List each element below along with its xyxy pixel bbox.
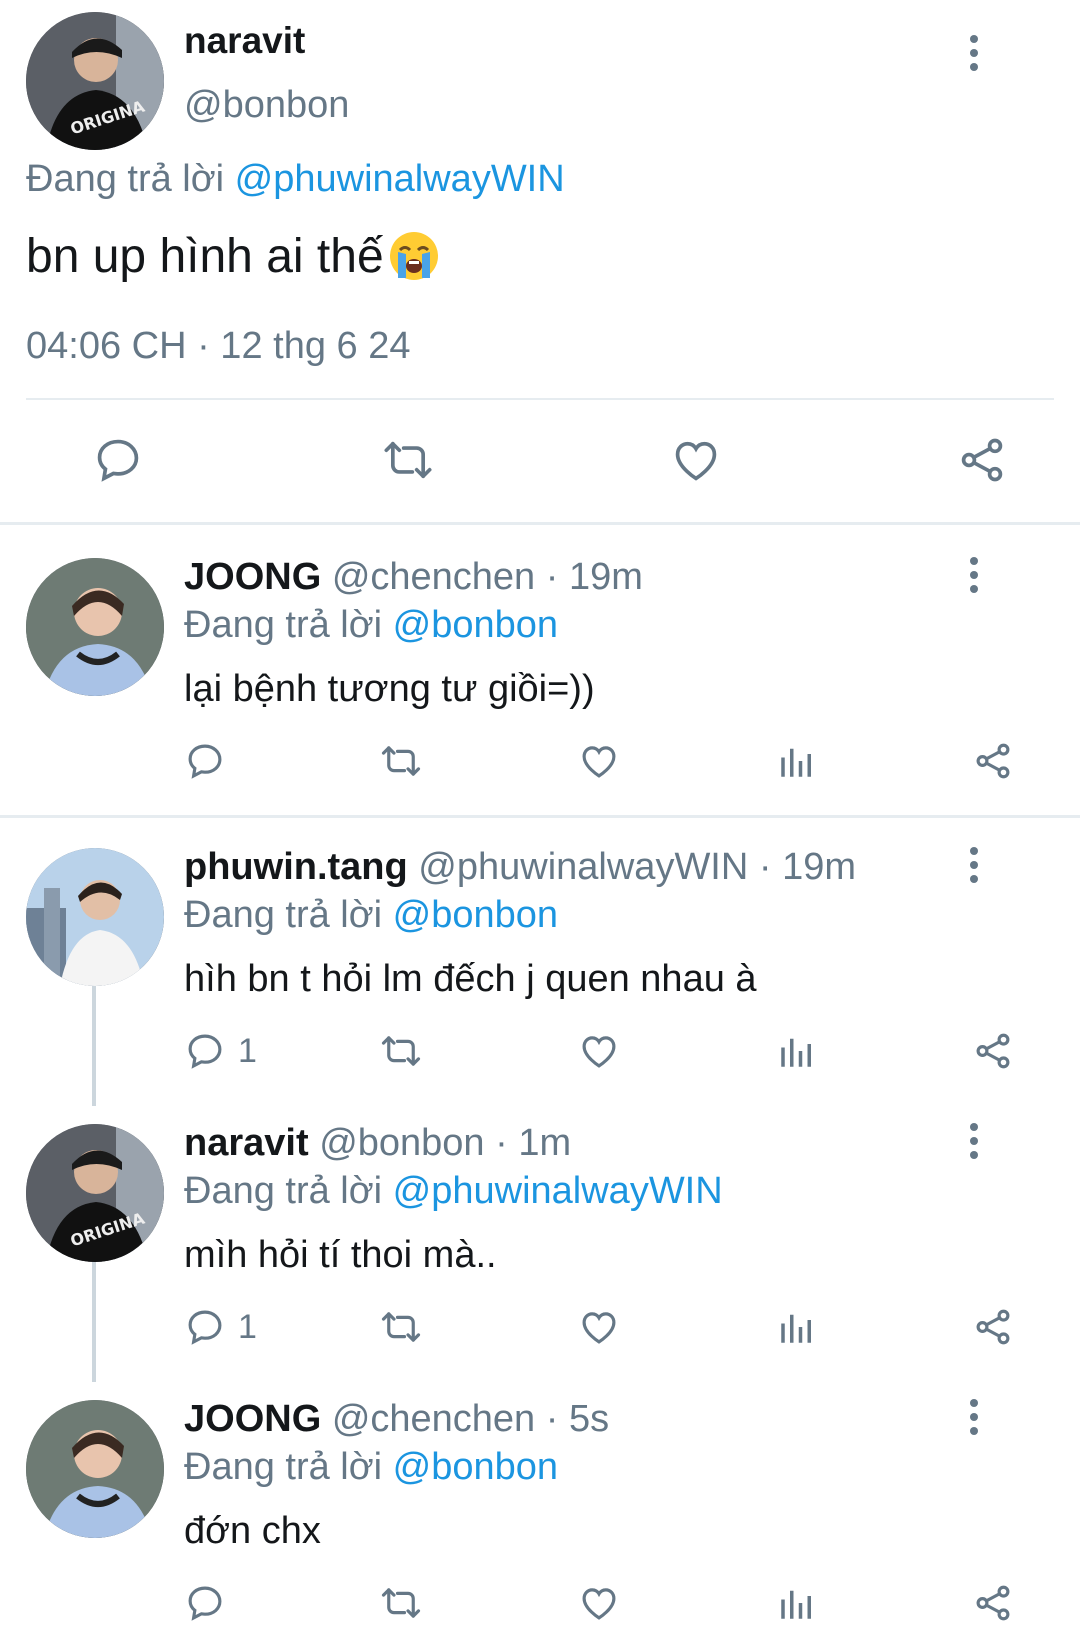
retweet-icon[interactable] [380,1578,422,1628]
retweet-icon[interactable] [380,1026,422,1076]
share-icon[interactable] [972,1302,1014,1352]
reply-actions: 1 [0,1026,1080,1082]
loudly-crying-face-icon [386,228,442,284]
reply-text: hìh bn t hỏi lm đếch j quen nhau à [184,958,757,1000]
replying-to: Đang trả lời @bonbon [184,1446,558,1489]
analytics-icon[interactable] [776,1578,818,1628]
share-icon[interactable] [972,1026,1014,1076]
reply-actions: 1 [0,1302,1080,1358]
author-handle[interactable]: @chenchen · 19m [332,556,643,598]
share-icon[interactable] [972,1578,1014,1628]
replying-to: Đang trả lời @phuwinalwayWIN [184,1170,723,1213]
replying-to: Đang trả lời @phuwinalwayWIN [26,158,565,201]
more-options-icon[interactable] [954,28,994,78]
reply-icon[interactable] [88,430,148,490]
author-name[interactable]: naravit [184,20,305,62]
mention-link[interactable]: @phuwinalwayWIN [393,1170,723,1212]
avatar[interactable] [26,848,164,986]
analytics-icon[interactable] [776,736,818,786]
divider [26,398,1054,400]
retweet-icon[interactable] [380,736,422,786]
author-handle[interactable]: @chenchen · 5s [332,1398,609,1440]
reply-icon[interactable] [184,1578,238,1628]
mention-link[interactable]: @bonbon [393,604,558,646]
avatar[interactable] [26,1400,164,1538]
avatar[interactable] [26,558,164,696]
share-icon[interactable] [952,430,1012,490]
author-name[interactable]: JOONG [184,1398,321,1440]
reply-header: naravit @bonbon · 1m [184,1122,571,1165]
more-options-icon[interactable] [954,840,994,890]
replying-prefix: Đang trả lời [184,604,383,646]
share-icon[interactable] [972,736,1014,786]
like-icon[interactable] [666,430,726,490]
replying-prefix: Đang trả lời [184,894,383,936]
tweet-text: bn up hình ai thế [26,228,442,284]
mention-link[interactable]: @phuwinalwayWIN [235,158,565,200]
analytics-icon[interactable] [776,1026,818,1076]
reply-count: 1 [238,1031,257,1070]
replying-prefix: Đang trả lời [26,158,225,200]
main-tweet: ORIGINA naravit @bonbon Đang trả lời @ph… [0,0,1080,525]
like-icon[interactable] [578,1302,620,1352]
mention-link[interactable]: @bonbon [393,1446,558,1488]
tweet-timestamp: 04:06 CH · 12 thg 6 24 [26,325,411,367]
tweet-text-body: bn up hình ai thế [26,229,384,283]
reply-icon[interactable] [184,736,238,786]
author-name[interactable]: phuwin.tang [184,846,408,888]
avatar[interactable]: ORIGINA [26,1124,164,1262]
author-handle[interactable]: @bonbon · 1m [319,1122,571,1164]
author-name[interactable]: naravit [184,1122,309,1164]
author-handle[interactable]: @phuwinalwayWIN · 19m [418,846,856,888]
reply-text: đớn chx [184,1510,321,1552]
replying-prefix: Đang trả lời [184,1446,383,1488]
replying-to: Đang trả lời @bonbon [184,604,558,647]
tweet-actions [0,430,1080,496]
more-options-icon[interactable] [954,550,994,600]
reply-icon[interactable]: 1 [184,1302,257,1352]
reply-text: mìh hỏi tí thoi mà.. [184,1234,497,1276]
like-icon[interactable] [578,736,620,786]
author-name[interactable]: JOONG [184,556,321,598]
author-handle[interactable]: @bonbon [184,84,349,127]
retweet-icon[interactable] [380,1302,422,1352]
more-options-icon[interactable] [954,1116,994,1166]
reply-header: phuwin.tang @phuwinalwayWIN · 19m [184,846,856,889]
reply-actions [0,1578,1080,1634]
replying-to: Đang trả lời @bonbon [184,894,558,937]
reply-actions [0,736,1080,792]
avatar[interactable]: ORIGINA [26,12,164,150]
reply-tweet[interactable]: ORIGINA naravit @bonbon · 1m Đang trả lờ… [0,1094,1080,1369]
like-icon[interactable] [578,1026,620,1076]
mention-link[interactable]: @bonbon [393,894,558,936]
reply-count: 1 [238,1307,257,1346]
reply-header: JOONG @chenchen · 5s [184,1398,609,1441]
reply-text: lại bệnh tương tư giồi=)) [184,668,595,710]
reply-icon[interactable]: 1 [184,1026,257,1076]
more-options-icon[interactable] [954,1392,994,1442]
retweet-icon[interactable] [378,430,438,490]
like-icon[interactable] [578,1578,620,1628]
analytics-icon[interactable] [776,1302,818,1352]
reply-tweet[interactable]: phuwin.tang @phuwinalwayWIN · 19m Đang t… [0,818,1080,1093]
reply-tweet[interactable]: JOONG @chenchen · 19m Đang trả lời @bonb… [0,528,1080,818]
replying-prefix: Đang trả lời [184,1170,383,1212]
reply-tweet[interactable]: JOONG @chenchen · 5s Đang trả lời @bonbo… [0,1370,1080,1646]
reply-header: JOONG @chenchen · 19m [184,556,643,599]
